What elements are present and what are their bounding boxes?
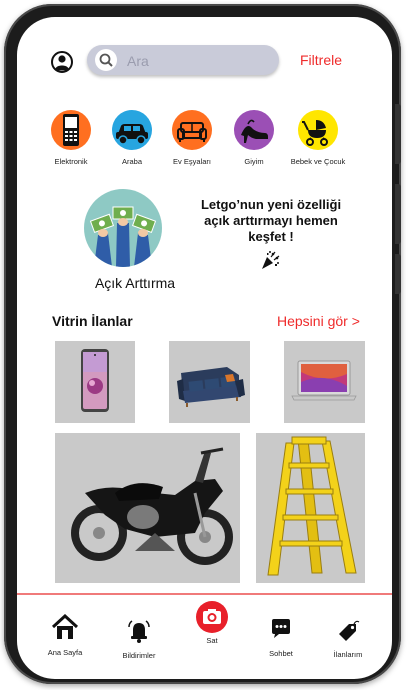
listing-motorcycle[interactable] [55, 433, 240, 583]
filter-button[interactable]: Filtrele [300, 52, 342, 68]
category-label: Ev Eşyaları [173, 157, 211, 166]
phone-side-button [395, 104, 401, 164]
home-icon [51, 613, 79, 639]
category-label: Giyim [244, 157, 264, 166]
category-giyim[interactable]: Giyim [223, 110, 285, 166]
featured-title: Vitrin İlanlar [52, 313, 133, 329]
car-icon [112, 110, 152, 150]
nav-label: İlanlarım [333, 650, 363, 659]
category-bebek-cocuk[interactable]: Bebek ve Çocuk [287, 110, 349, 166]
phone-icon [51, 110, 91, 150]
profile-icon[interactable] [51, 51, 73, 73]
nav-label: Ana Sayfa [47, 648, 83, 657]
nav-home[interactable]: Ana Sayfa [35, 613, 95, 657]
search-icon [95, 49, 117, 71]
nav-chat[interactable]: Sohbet [251, 617, 311, 658]
listing-sofa[interactable] [169, 341, 250, 423]
app-screen: Filtrele Elektronik [17, 17, 392, 679]
nav-label: Bildirimler [122, 651, 156, 660]
promo-line: Letgo’nun yeni özelliği [200, 197, 342, 212]
tag-icon [339, 620, 360, 641]
bell-icon [128, 620, 150, 643]
camera-icon [196, 601, 228, 633]
category-label: Araba [121, 157, 142, 166]
nav-notifications[interactable]: Bildirimler [109, 619, 169, 660]
search-bar[interactable] [87, 45, 279, 75]
listing-phone[interactable] [55, 341, 135, 423]
nav-label: Sohbet [269, 649, 293, 658]
promo-line: açık arttırmayı hemen [204, 213, 338, 228]
auction-promo-text: Letgo’nun yeni özelliği açık arttırmayı … [195, 197, 347, 245]
promo-line: keşfet ! [248, 229, 294, 244]
chat-icon [272, 619, 290, 638]
phone-frame: Filtrele Elektronik [4, 4, 401, 684]
bottom-nav-divider [17, 593, 392, 595]
category-label: Elektronik [54, 157, 88, 166]
search-input[interactable] [125, 51, 269, 71]
sofa-icon [172, 110, 212, 150]
see-all-link[interactable]: Hepsini gör > [277, 313, 360, 329]
listing-ladder[interactable] [256, 433, 365, 583]
category-araba[interactable]: Araba [101, 110, 163, 166]
heel-shoe-icon [234, 110, 274, 150]
nav-label: Sat [206, 636, 218, 645]
auction-image[interactable] [84, 189, 162, 267]
phone-side-button [395, 254, 401, 294]
phone-side-button [395, 184, 401, 244]
party-popper-icon [262, 251, 280, 269]
listing-laptop[interactable] [284, 341, 365, 423]
nav-sell[interactable]: Sat [182, 601, 242, 645]
category-ev-esyalari[interactable]: Ev Eşyaları [161, 110, 223, 166]
category-label: Bebek ve Çocuk [290, 157, 346, 166]
auction-title[interactable]: Açık Arttırma [75, 275, 195, 291]
category-elektronik[interactable]: Elektronik [40, 110, 102, 166]
nav-my-listings[interactable]: İlanlarım [318, 620, 378, 659]
stroller-icon [298, 110, 338, 150]
